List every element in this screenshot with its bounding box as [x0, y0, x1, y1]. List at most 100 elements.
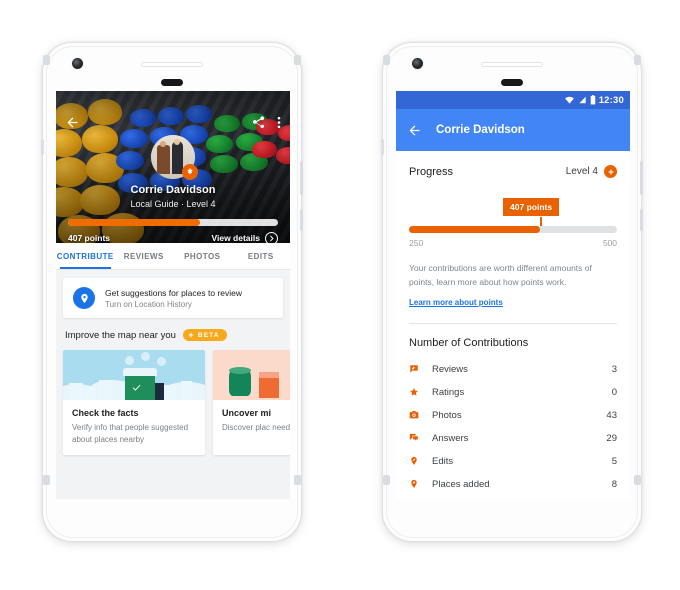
- tab-photos[interactable]: PHOTOS: [173, 243, 232, 269]
- tab-reviews[interactable]: REVIEWS: [115, 243, 174, 269]
- hero-progress-bar: [68, 219, 278, 226]
- avatar[interactable]: [151, 135, 198, 180]
- mission-card-body: Discover plac need info on: [222, 423, 290, 432]
- share-icon[interactable]: [251, 115, 266, 130]
- profile-subtitle: Local Guide · Level 4: [130, 199, 216, 209]
- back-arrow-icon[interactable]: [407, 123, 422, 138]
- contributions-list: Reviews 3 Ratings 0 Photos 43 Answers 29…: [409, 358, 617, 496]
- contribution-row-edits[interactable]: Edits 5: [409, 450, 617, 473]
- contribution-label: Edits: [432, 455, 454, 467]
- sim-tray: [381, 139, 384, 155]
- earpiece-slot: [141, 62, 203, 67]
- contribution-label: Ratings: [432, 386, 465, 398]
- power-button[interactable]: [640, 161, 643, 195]
- front-camera-icon: [71, 57, 84, 70]
- mission-card[interactable]: Check the facts Verify info that people …: [63, 350, 205, 456]
- contribution-row-places-added[interactable]: Places added 8: [409, 473, 617, 496]
- points-tooltip: 407 points: [503, 198, 560, 216]
- progress-track[interactable]: [409, 226, 617, 233]
- chevron-right-icon: [265, 231, 278, 243]
- battery-icon: [590, 95, 595, 105]
- contribution-row-answers[interactable]: Answers 29: [409, 427, 617, 450]
- power-button[interactable]: [300, 161, 303, 195]
- mission-card-title: Check the facts: [72, 408, 139, 418]
- improve-map-header: Improve the map near you BETA: [63, 318, 283, 350]
- antenna-band: [383, 55, 390, 65]
- volume-button[interactable]: [640, 209, 643, 231]
- star-icon: [409, 387, 425, 397]
- contribution-row-ratings[interactable]: Ratings 0: [409, 381, 617, 404]
- screen-left: 12:30: [56, 91, 290, 499]
- profile-name: Corrie Davidson: [130, 184, 216, 196]
- contribute-tab-content: Get suggestions for places to review Tur…: [56, 270, 290, 481]
- mission-card[interactable]: Uncover mi Discover plac need info on: [213, 350, 290, 456]
- contribution-value: 3: [611, 363, 617, 375]
- mission-card-body: Verify info that people suggested about …: [72, 423, 189, 444]
- phone-device-left: 12:30: [41, 42, 303, 542]
- review-icon: [409, 364, 425, 374]
- status-bar-right: 12:30: [396, 91, 630, 109]
- packages-illustration: [213, 350, 290, 400]
- contribution-value: 43: [606, 409, 617, 421]
- tab-contribute[interactable]: CONTRIBUTE: [56, 243, 115, 269]
- screenshot-stage: 12:30: [0, 0, 680, 590]
- snow-village-illustration: [63, 350, 205, 400]
- contribution-value: 0: [611, 386, 617, 398]
- improve-map-title: Improve the map near you: [65, 329, 176, 341]
- hero-progress-footer: 407 points View details: [68, 231, 278, 243]
- edit-pin-icon: [409, 456, 425, 466]
- antenna-band: [43, 475, 50, 485]
- location-history-card-subtitle: Turn on Location History: [105, 299, 192, 309]
- contribution-label: Reviews: [432, 363, 468, 375]
- volume-button[interactable]: [300, 209, 303, 231]
- answers-icon: [409, 433, 425, 443]
- wifi-icon: [564, 96, 574, 104]
- sim-tray: [41, 139, 44, 155]
- mission-card-title: Uncover mi: [222, 408, 272, 418]
- overflow-menu-icon[interactable]: [277, 115, 281, 130]
- antenna-band: [634, 475, 641, 485]
- location-pin-icon: [73, 287, 95, 309]
- contribution-label: Places added: [432, 478, 490, 490]
- front-camera-icon: [411, 57, 424, 70]
- scale-max-label: 500: [602, 238, 617, 248]
- antenna-band: [383, 475, 390, 485]
- points-explainer: Your contributions are worth different a…: [409, 263, 592, 287]
- tab-edits[interactable]: EDITS: [232, 243, 291, 269]
- view-details-label: View details: [211, 233, 260, 243]
- back-arrow-icon[interactable]: [65, 115, 80, 130]
- status-bar-time: 12:30: [598, 94, 624, 106]
- contribution-row-reviews[interactable]: Reviews 3: [409, 358, 617, 381]
- location-history-card[interactable]: Get suggestions for places to review Tur…: [63, 278, 283, 318]
- hero-points-label: 407 points: [68, 233, 111, 243]
- antenna-band: [634, 55, 641, 65]
- progress-screen-content: Progress Level 4 407 points 250 500 Your…: [396, 151, 630, 499]
- scale-min-label: 250: [409, 238, 424, 248]
- mission-cards-carousel[interactable]: Check the facts Verify info that people …: [63, 350, 290, 456]
- progress-scale: 250 500: [409, 238, 617, 248]
- local-guides-badge-icon: [182, 164, 198, 180]
- screen-right: 12:30 Corrie Davidson Progress Level 4 4…: [396, 91, 630, 499]
- app-bar-title: Corrie Davidson: [436, 124, 525, 136]
- progress-fill: [409, 226, 541, 233]
- view-details-button[interactable]: View details: [211, 231, 278, 243]
- camera-icon: [409, 410, 425, 420]
- level-label: Level 4: [565, 166, 598, 177]
- contribution-row-photos[interactable]: Photos 43: [409, 404, 617, 427]
- points-progress: 407 points: [409, 198, 617, 233]
- contribution-label: Answers: [432, 432, 469, 444]
- speaker-grille: [161, 79, 183, 86]
- place-pin-icon: [409, 479, 425, 489]
- beta-badge-label: BETA: [197, 331, 220, 339]
- earpiece-slot: [481, 62, 543, 67]
- phone-device-right: 12:30 Corrie Davidson Progress Level 4 4…: [381, 42, 643, 542]
- speaker-grille: [501, 79, 523, 86]
- profile-hero-left: 12:30: [56, 91, 290, 243]
- divider: [409, 322, 617, 324]
- hero-progress-fill: [68, 219, 201, 226]
- app-bar: Corrie Davidson: [396, 109, 630, 151]
- learn-more-link[interactable]: Learn more about points: [409, 298, 503, 307]
- antenna-band: [294, 55, 301, 65]
- contribution-value: 5: [611, 455, 617, 467]
- contribution-value: 8: [611, 478, 617, 490]
